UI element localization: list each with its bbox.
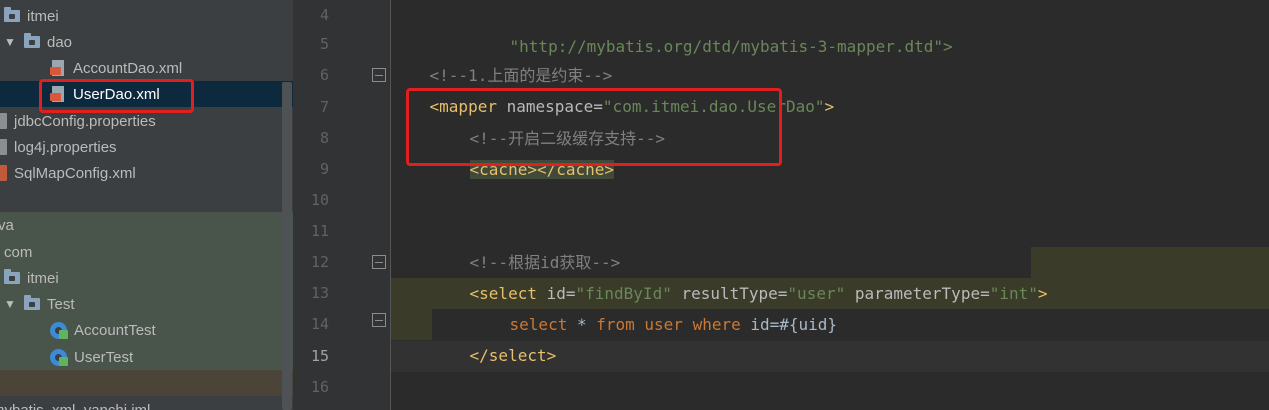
code-line-6: <mapper namespace="com.itmei.dao.UserDao… [429,97,835,116]
folder-icon [24,33,40,48]
userdao-highlight-box [39,79,194,113]
properties-file-icon [0,139,7,155]
tree-scrollbar[interactable] [282,82,292,410]
line-number: 14 [310,315,329,333]
fold-toggle-icon[interactable] [372,313,386,327]
code-line-4: "http://mybatis.org/dtd/mybatis-3-mapper… [509,37,953,56]
line-number: 9 [319,160,329,178]
line-number: 10 [310,191,329,209]
folder-icon [4,269,20,284]
project-tree: itmei ▼ dao AccountDao.xml UserDao.xml j… [0,0,293,410]
tree-item-itmei[interactable]: itmei [4,3,59,29]
test-class-icon [50,321,68,339]
code-editor[interactable]: "http://mybatis.org/dtd/mybatis-3-mapper… [391,0,1269,410]
tree-item-test-folder[interactable]: ▼ Test [4,291,75,317]
tree-item-java[interactable]: va [0,212,14,238]
fold-toggle-icon[interactable] [372,68,386,82]
cache-highlight-box [406,88,782,166]
tree-item-dao[interactable]: ▼ dao [4,29,72,55]
line-number: 13 [310,284,329,302]
excluded-zone [0,370,293,396]
line-number: 6 [319,66,329,84]
sql-highlight-band [1031,247,1269,278]
line-number: 7 [319,98,329,116]
expand-arrow-icon[interactable]: ▼ [4,297,18,311]
line-number: 5 [319,35,329,53]
line-number: 11 [310,222,329,240]
line-number-gutter: 4 5 6 7 8 9 10 11 12 13 14 15 16 [293,0,391,410]
fold-toggle-icon[interactable] [372,255,386,269]
line-number: 8 [319,129,329,147]
folder-icon [24,295,40,310]
code-line-12: <select id="findById" resultType="user" … [469,284,1048,303]
line-number: 16 [310,378,329,396]
tree-item-com[interactable]: com [4,239,32,265]
tree-item-iml[interactable]: mybatis_xml_yanchi.iml [0,397,150,410]
expand-arrow-icon[interactable]: ▼ [4,35,18,49]
code-line-13: select * from user where id=#{uid} [509,315,838,334]
xml-file-icon [50,60,66,76]
test-class-icon [50,348,68,366]
tree-item-accounttest[interactable]: AccountTest [50,317,156,343]
tree-item-log4j[interactable]: log4j.properties [0,134,117,160]
code-line-11: <!--根据id获取--> [469,253,621,272]
tree-item-itmei-test[interactable]: itmei [4,265,59,291]
properties-file-icon [0,113,7,129]
tree-item-sqlmapconfig[interactable]: SqlMapConfig.xml [0,160,136,186]
line-number-current: 15 [310,347,329,365]
tree-item-usertest[interactable]: UserTest [50,344,133,370]
code-line-5: <!--1.上面的是约束--> [429,66,613,85]
folder-icon [4,7,20,22]
tree-item-accountdao-xml[interactable]: AccountDao.xml [50,55,182,81]
xml-file-icon [0,165,7,181]
line-number: 4 [319,6,329,24]
sql-highlight-band [391,309,432,340]
line-number: 12 [310,253,329,271]
code-line-14: </select> [469,346,557,365]
